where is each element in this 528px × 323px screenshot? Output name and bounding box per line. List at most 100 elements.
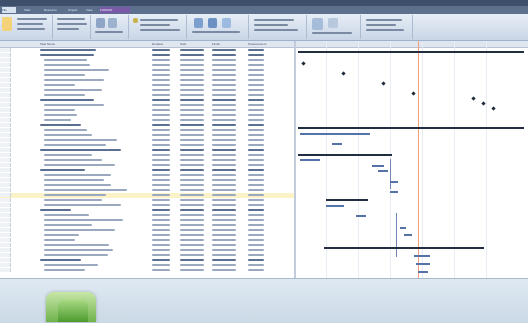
task-field-cell[interactable]	[212, 129, 236, 131]
summary-insert-icon[interactable]	[208, 18, 217, 28]
task-field-cell[interactable]	[248, 139, 264, 141]
row-number[interactable]	[0, 208, 11, 212]
task-field-cell[interactable]	[248, 114, 264, 116]
tab-view[interactable]: View	[86, 7, 96, 13]
task-field-cell[interactable]	[212, 194, 236, 196]
gantt-task-bar[interactable]	[300, 133, 370, 135]
task-field-cell[interactable]	[180, 159, 204, 161]
task-field-cell[interactable]	[248, 134, 264, 136]
task-name-cell[interactable]	[44, 104, 104, 106]
task-field-cell[interactable]	[212, 119, 236, 121]
task-field-cell[interactable]	[180, 54, 204, 56]
row-number[interactable]	[0, 178, 11, 182]
task-field-cell[interactable]	[180, 134, 204, 136]
task-field-cell[interactable]	[180, 224, 204, 226]
row-number[interactable]	[0, 258, 11, 262]
task-name-cell[interactable]	[44, 264, 98, 266]
task-field-cell[interactable]	[212, 64, 236, 66]
gantt-milestone[interactable]	[341, 71, 346, 76]
gantt-task-bar[interactable]	[326, 205, 344, 207]
task-field-cell[interactable]	[248, 174, 264, 176]
task-field-cell[interactable]	[212, 134, 236, 136]
task-field-cell[interactable]	[180, 114, 204, 116]
task-field-cell[interactable]	[212, 204, 236, 206]
task-name-cell[interactable]	[40, 124, 81, 126]
row-number[interactable]	[0, 233, 11, 237]
task-field-cell[interactable]	[248, 69, 264, 71]
task-field-cell[interactable]	[248, 109, 264, 111]
task-field-cell[interactable]	[212, 239, 236, 241]
manual-schedule-icon[interactable]	[133, 18, 138, 23]
task-field-cell[interactable]	[212, 84, 236, 86]
task-name-cell[interactable]	[40, 209, 72, 211]
task-field-cell[interactable]	[212, 124, 236, 126]
task-name-cell[interactable]	[44, 84, 76, 86]
task-field-cell[interactable]	[180, 184, 204, 186]
task-field-cell[interactable]	[152, 259, 170, 261]
task-insert-icon[interactable]	[194, 18, 203, 28]
row-number[interactable]	[0, 198, 11, 202]
task-field-cell[interactable]	[180, 239, 204, 241]
task-field-cell[interactable]	[248, 79, 264, 81]
tab-task[interactable]: Task	[24, 7, 38, 13]
task-field-cell[interactable]	[248, 54, 264, 56]
task-field-cell[interactable]	[152, 49, 170, 51]
row-number[interactable]	[0, 218, 11, 222]
gantt-summary-bar[interactable]	[298, 51, 524, 53]
task-field-cell[interactable]	[248, 234, 264, 236]
row-number[interactable]	[0, 163, 11, 167]
task-field-cell[interactable]	[180, 64, 204, 66]
task-field-cell[interactable]	[212, 244, 236, 246]
row-number[interactable]	[0, 243, 11, 247]
task-name-cell[interactable]	[44, 79, 104, 81]
row-number[interactable]	[0, 253, 11, 257]
task-name-cell[interactable]	[44, 114, 78, 116]
task-field-cell[interactable]	[212, 219, 236, 221]
task-field-cell[interactable]	[212, 264, 236, 266]
task-field-cell[interactable]	[152, 244, 170, 246]
task-field-cell[interactable]	[152, 54, 170, 56]
task-field-cell[interactable]	[180, 94, 204, 96]
task-field-cell[interactable]	[212, 269, 236, 271]
task-name-cell[interactable]	[40, 54, 95, 56]
task-field-cell[interactable]	[152, 204, 170, 206]
task-field-cell[interactable]	[152, 269, 170, 271]
task-name-cell[interactable]	[44, 164, 116, 166]
task-field-cell[interactable]	[180, 174, 204, 176]
task-field-cell[interactable]	[180, 124, 204, 126]
gantt-task-bar[interactable]	[404, 234, 412, 236]
task-field-cell[interactable]	[248, 224, 264, 226]
task-name-cell[interactable]	[44, 144, 106, 146]
task-field-cell[interactable]	[180, 229, 204, 231]
task-name-cell[interactable]	[44, 154, 93, 156]
row-number[interactable]	[0, 188, 11, 192]
task-name-cell[interactable]	[44, 94, 85, 96]
task-field-cell[interactable]	[248, 169, 264, 171]
task-name-cell[interactable]	[40, 169, 85, 171]
row-number[interactable]	[0, 223, 11, 227]
task-field-cell[interactable]	[180, 129, 204, 131]
tab-file[interactable]: File	[2, 7, 16, 13]
schedule-icon[interactable]	[96, 18, 105, 28]
task-field-cell[interactable]	[248, 94, 264, 96]
task-field-cell[interactable]	[152, 239, 170, 241]
task-field-cell[interactable]	[248, 209, 264, 211]
row-number[interactable]	[0, 103, 11, 107]
gantt-milestone[interactable]	[301, 61, 306, 66]
task-field-cell[interactable]	[248, 229, 264, 231]
column-header-predecessors[interactable]: Predecessors	[248, 41, 266, 47]
task-field-cell[interactable]	[180, 99, 204, 101]
task-field-cell[interactable]	[152, 159, 170, 161]
task-name-cell[interactable]	[44, 214, 89, 216]
task-name-cell[interactable]	[44, 194, 106, 196]
task-field-cell[interactable]	[212, 114, 236, 116]
task-field-cell[interactable]	[212, 54, 236, 56]
gantt-task-bar[interactable]	[414, 255, 430, 257]
task-field-cell[interactable]	[248, 194, 264, 196]
task-field-cell[interactable]	[212, 74, 236, 76]
task-field-cell[interactable]	[248, 204, 264, 206]
row-number[interactable]	[0, 213, 11, 217]
task-field-cell[interactable]	[180, 79, 204, 81]
task-field-cell[interactable]	[180, 164, 204, 166]
row-number[interactable]	[0, 98, 11, 102]
